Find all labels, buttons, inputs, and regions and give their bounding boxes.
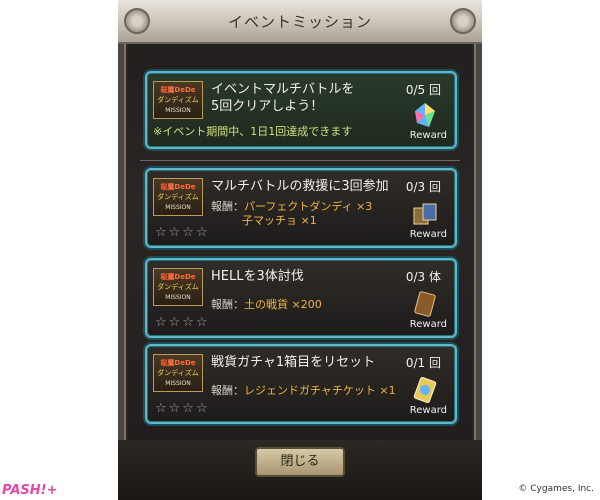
mission-card-hell[interactable]: 桜鷹DeDe ダンディズム MISSION HELLを3体討伐 0/3 体 報酬…: [145, 258, 457, 338]
crystal-reward-icon: [415, 103, 435, 127]
mission-badge: 桜鷹DeDe ダンディズム MISSION: [153, 268, 203, 306]
section-divider: [140, 160, 460, 161]
reward-label: Reward: [409, 319, 447, 330]
earth-coin-reward-icon: [414, 291, 436, 317]
dialog-title: イベントミッション: [227, 13, 372, 31]
mission-reward: 報酬：土の戦貨 ×200: [211, 298, 322, 311]
reward-label: Reward: [409, 405, 447, 416]
mission-reward-2: 子マッチョ ×1: [242, 214, 317, 227]
mission-count: 0/5 回: [405, 83, 441, 97]
mission-title: 戦貨ガチャ1箱目をリセット: [211, 355, 376, 370]
mission-card-gacha-reset[interactable]: 桜鷹DeDe ダンディズム MISSION 戦貨ガチャ1箱目をリセット 0/1 …: [145, 344, 457, 424]
star-rating: ☆☆☆☆: [155, 225, 210, 240]
mission-title: HELLを3体討伐: [211, 269, 304, 284]
watermark-logo: PASH!+: [2, 483, 58, 498]
mission-count: 0/1 回: [405, 356, 441, 370]
ticket-reward-icon: [413, 376, 437, 404]
mission-badge: 桜鷹DeDe ダンディズム MISSION: [153, 178, 203, 216]
copyright: © Cygames, Inc.: [518, 484, 594, 494]
mission-card-rescue[interactable]: 桜鷹DeDe ダンディズム MISSION マルチバトルの救援に3回参加 0/3…: [145, 168, 457, 248]
star-rating: ☆☆☆☆: [155, 401, 210, 416]
mission-title: マルチバトルの救援に3回参加: [211, 179, 389, 194]
mission-badge: 桜鷹DeDe ダンディズム MISSION: [153, 354, 203, 392]
mission-reward: 報酬：レジェンドガチャチケット ×1: [211, 384, 396, 397]
close-button[interactable]: 閉じる: [255, 447, 345, 477]
ornament-right-icon: [450, 8, 476, 34]
mission-title: イベントマルチバトルを 5回クリアしよう！: [211, 82, 355, 114]
mission-card-event-multi[interactable]: 桜鷹DeDe ダンディズム MISSION イベントマルチバトルを 5回クリアし…: [145, 71, 457, 149]
mission-count: 0/3 体: [405, 270, 441, 284]
mission-note: ※イベント期間中、1日1回達成できます: [153, 125, 353, 138]
mission-badge: 桜鷹DeDe ダンディズム MISSION: [153, 81, 203, 119]
mission-count: 0/3 回: [405, 180, 441, 194]
dialog-titlebar: イベントミッション: [118, 0, 482, 44]
items-reward-icon: [413, 203, 437, 225]
reward-label: Reward: [409, 229, 447, 240]
reward-label: Reward: [409, 130, 447, 141]
star-rating: ☆☆☆☆: [155, 315, 210, 330]
